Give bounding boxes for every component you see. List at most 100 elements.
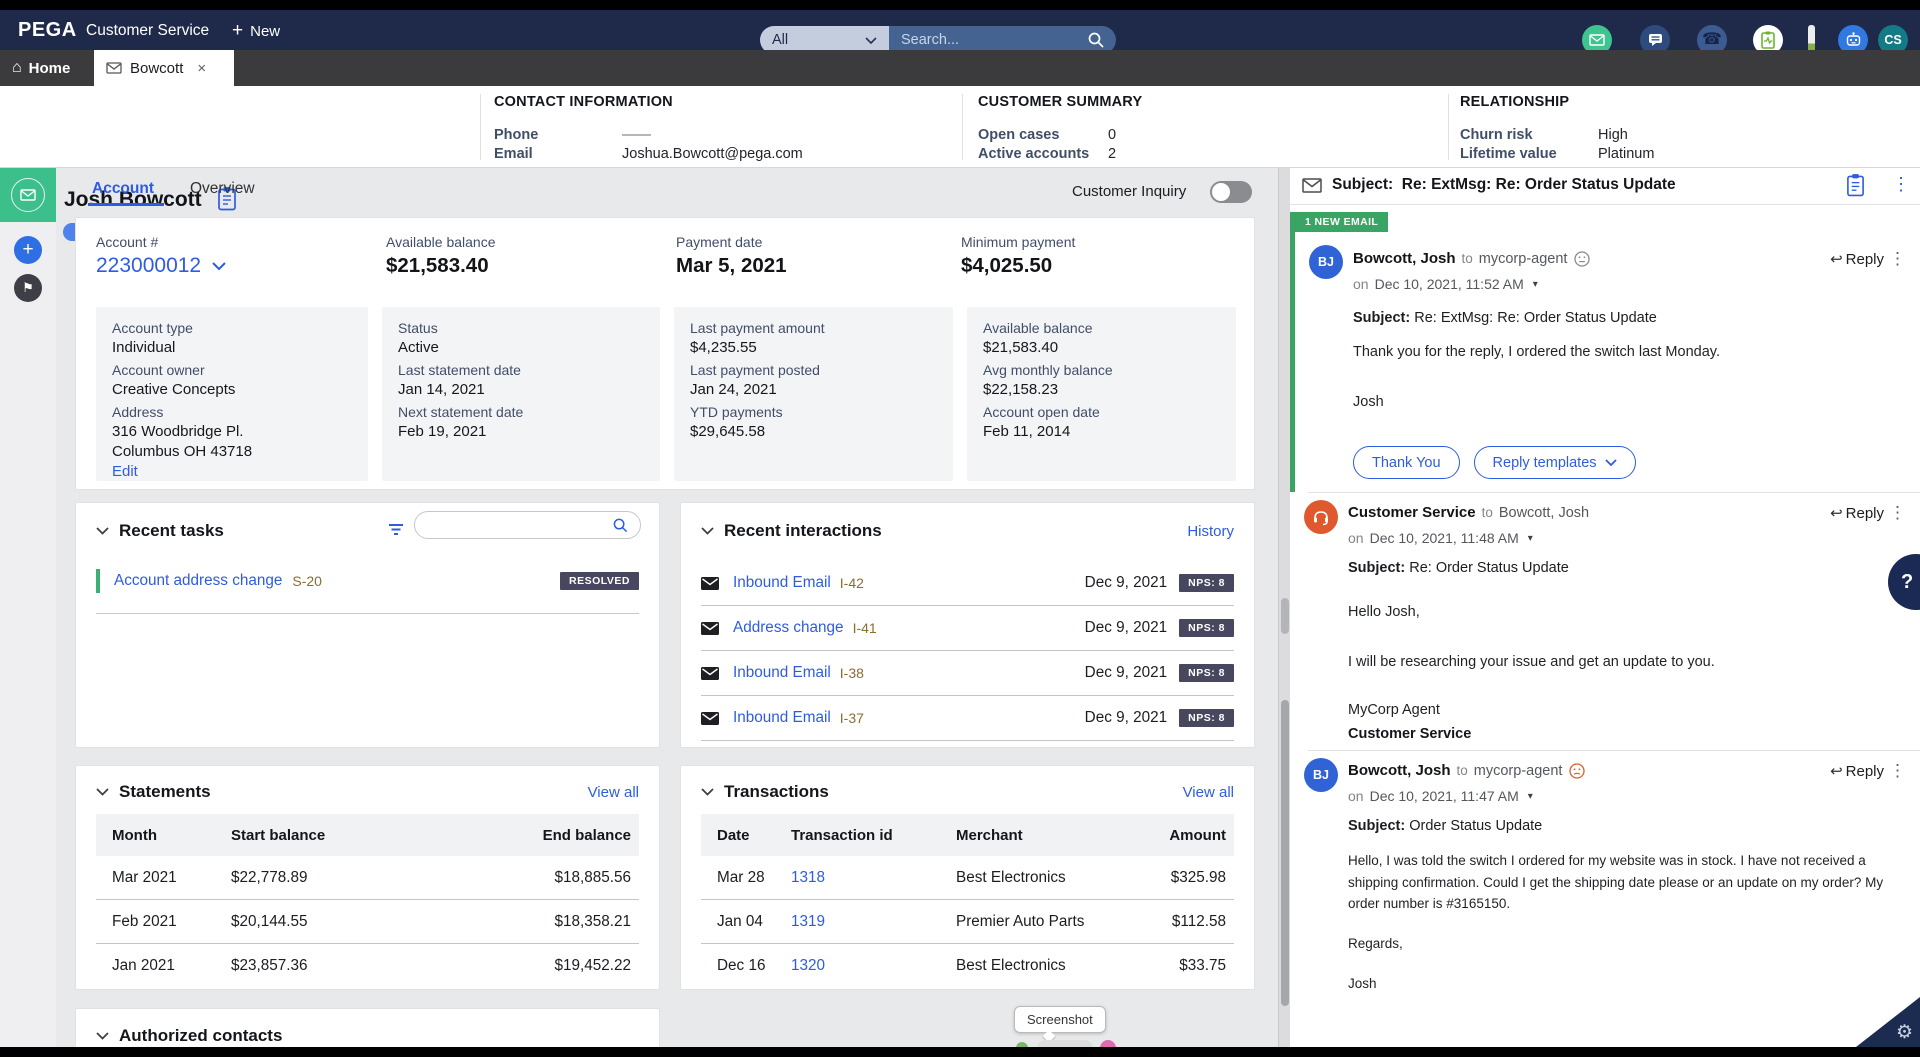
transaction-row: Dec 16 1320 Best Electronics $33.75 (701, 944, 1234, 988)
mail-icon (1589, 34, 1605, 46)
statements-view-all-link[interactable]: View all (588, 784, 639, 801)
tasks-search-input[interactable] (427, 518, 613, 533)
message-body-line: Regards, (1348, 936, 1403, 951)
message-menu-kebab[interactable]: ⋮ (1889, 504, 1906, 521)
thread-menu-kebab[interactable]: ⋮ (1892, 174, 1910, 195)
tab-account-underline (88, 203, 164, 206)
task-link[interactable]: Account address change (114, 572, 282, 590)
collapse-chevron-icon (96, 527, 109, 535)
search-input[interactable] (901, 32, 1088, 48)
task-divider (96, 613, 639, 614)
header-divider (962, 94, 963, 160)
envelope-icon (701, 667, 719, 680)
tab-overview[interactable]: Overview (190, 180, 255, 198)
reply-button[interactable]: ↩ Reply (1830, 250, 1884, 268)
collapse-chevron-icon (96, 788, 109, 796)
filter-icon[interactable] (388, 523, 404, 538)
timestamp-caret-icon[interactable]: ▾ (1528, 533, 1533, 544)
reply-templates-button[interactable]: Reply templates (1474, 446, 1636, 479)
history-link[interactable]: History (1187, 523, 1234, 540)
close-tab-icon[interactable]: × (197, 60, 206, 77)
search-icon[interactable] (613, 518, 628, 533)
task-status-bar (96, 569, 100, 593)
account-detail-col2: StatusActive Last statement dateJan 14, … (382, 307, 660, 481)
copy-thread-icon[interactable] (1846, 173, 1865, 197)
statements-header[interactable]: Statements (96, 782, 211, 802)
transactions-header[interactable]: Transactions (701, 782, 829, 802)
message-divider (1308, 750, 1920, 751)
lifetime-value-value: Platinum (1598, 146, 1654, 162)
account-number-dropdown[interactable]: 223000012 (96, 254, 227, 278)
search-icon[interactable] (1088, 32, 1104, 48)
recent-tasks-header[interactable]: Recent tasks (96, 521, 224, 541)
splitter-handle[interactable] (1281, 598, 1289, 634)
envelope-icon (1302, 178, 1322, 193)
chat-bubble-icon (1648, 33, 1663, 47)
scrollbar-thumb[interactable] (1281, 700, 1289, 1006)
tab-account[interactable]: Account (92, 180, 154, 198)
account-detail-col1: Account typeIndividual Account ownerCrea… (96, 307, 368, 481)
message-subject: Subject: Re: ExtMsg: Re: Order Status Up… (1353, 310, 1657, 326)
transactions-view-all-link[interactable]: View all (1183, 784, 1234, 801)
relationship-title: RELATIONSHIP (1460, 94, 1569, 110)
recent-interactions-card: Recent interactions History Inbound Emai… (680, 502, 1255, 748)
rail-add-button[interactable]: + (14, 236, 42, 264)
message-timestamp: on Dec 10, 2021, 11:52 AM ▾ (1353, 276, 1538, 292)
transaction-id-link[interactable]: 1319 (791, 913, 956, 931)
panel-scrollbar-track[interactable] (1278, 168, 1290, 1047)
payment-date-value: Mar 5, 2021 (676, 254, 787, 278)
active-accounts-label: Active accounts (978, 146, 1089, 162)
message-header: Bowcott, Josh to mycorp-agent (1348, 762, 1585, 779)
task-id: S-20 (292, 573, 322, 589)
clipboard-pulse-icon (1761, 31, 1775, 49)
open-cases-value: 0 (1108, 127, 1116, 143)
interaction-link[interactable]: Address change (733, 619, 844, 637)
task-row: Account address change S-20 RESOLVED (96, 567, 639, 595)
reply-button[interactable]: ↩ Reply (1830, 762, 1884, 780)
gear-icon[interactable]: ⚙ (1896, 1021, 1913, 1044)
minimum-payment-label: Minimum payment (961, 234, 1075, 251)
reply-button[interactable]: ↩ Reply (1830, 504, 1884, 522)
timestamp-caret-icon[interactable]: ▾ (1528, 791, 1533, 802)
interaction-date: Dec 9, 2021 (1085, 709, 1168, 727)
interaction-link[interactable]: Inbound Email (733, 709, 831, 727)
transaction-id-link[interactable]: 1320 (791, 957, 956, 975)
header-divider (480, 94, 481, 160)
account-number-label: Account # (96, 234, 158, 251)
timestamp-caret-icon[interactable]: ▾ (1533, 279, 1538, 290)
message-timestamp: on Dec 10, 2021, 11:47 AM ▾ (1348, 788, 1533, 804)
customer-header: Josh Bowcott Owner CONTACT INFORMATION P… (0, 86, 1920, 168)
chevron-down-icon (1605, 459, 1617, 466)
top-nav-bar: PEGA Customer Service + New All ☎ (0, 10, 1920, 50)
interaction-id: I-37 (840, 710, 864, 726)
message-menu-kebab[interactable]: ⋮ (1889, 250, 1906, 267)
help-icon: ? (1901, 571, 1913, 594)
customer-inquiry-toggle[interactable] (1210, 181, 1252, 203)
statement-row: Mar 2021 $22,778.89 $18,885.56 (96, 856, 639, 900)
rail-email-interaction[interactable] (0, 168, 56, 222)
message-menu-kebab[interactable]: ⋮ (1889, 762, 1906, 779)
tab-home[interactable]: ⌂ Home (0, 50, 90, 86)
recent-interactions-header[interactable]: Recent interactions (701, 521, 882, 541)
interaction-link[interactable]: Inbound Email (733, 574, 831, 592)
agent-avatar (1304, 500, 1338, 534)
new-button[interactable]: + New (232, 20, 280, 42)
chevron-down-icon (865, 37, 877, 44)
edit-address-link[interactable]: Edit (112, 462, 352, 482)
authorized-contacts-header[interactable]: Authorized contacts (96, 1026, 282, 1046)
thank-you-button[interactable]: Thank You (1353, 446, 1460, 479)
collapse-chevron-icon (701, 527, 714, 535)
header-divider (1448, 94, 1449, 160)
message-signature-org: Customer Service (1348, 726, 1471, 742)
phone-icon: ☎ (1702, 32, 1722, 48)
panel-divider (1290, 204, 1920, 205)
interaction-link[interactable]: Inbound Email (733, 664, 831, 682)
address-line1: 316 Woodbridge Pl. (112, 422, 352, 442)
rail-flag-button[interactable]: ⚑ (14, 274, 42, 302)
message-timestamp: on Dec 10, 2021, 11:48 AM ▾ (1348, 530, 1533, 546)
col-header: Amount (1134, 827, 1234, 844)
transaction-id-link[interactable]: 1318 (791, 869, 956, 887)
transaction-row: Jan 04 1319 Premier Auto Parts $112.58 (701, 900, 1234, 944)
tab-bowcott[interactable]: Bowcott × (94, 50, 234, 86)
reply-icon: ↩ (1830, 504, 1843, 522)
